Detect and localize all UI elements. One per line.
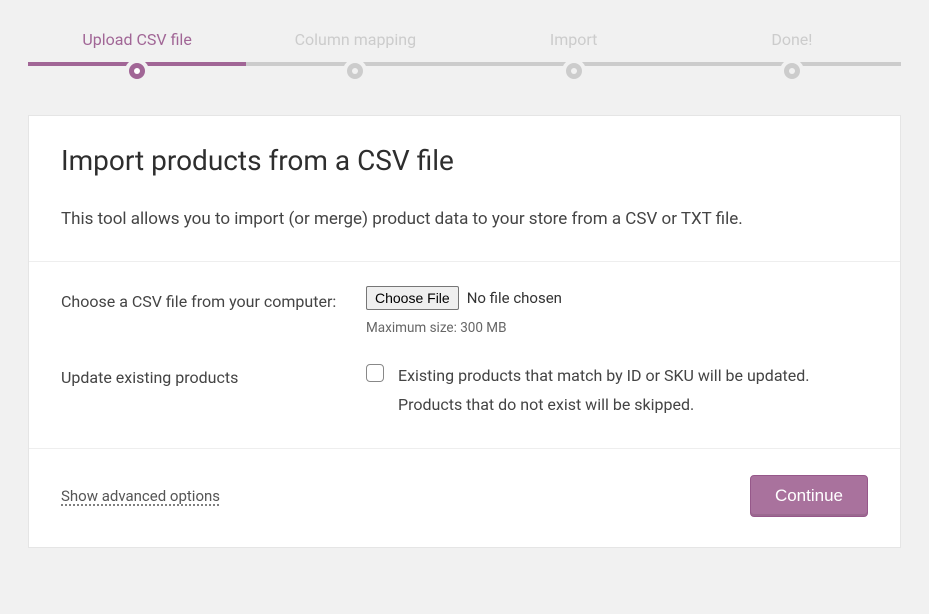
file-status: No file chosen xyxy=(467,289,562,307)
choose-file-button[interactable]: Choose File xyxy=(366,286,459,310)
step-column-mapping: Column mapping xyxy=(246,30,464,87)
import-wizard: Upload CSV file Column mapping Import Do… xyxy=(0,0,929,548)
step-label: Done! xyxy=(683,30,901,49)
step-done: Done! xyxy=(683,30,901,87)
card-header: Import products from a CSV file This too… xyxy=(29,116,900,262)
file-field-label: Choose a CSV file from your computer: xyxy=(61,286,366,315)
step-dot-icon xyxy=(780,59,804,83)
step-label: Import xyxy=(465,30,683,49)
step-dot-icon xyxy=(125,59,149,83)
update-existing-checkbox[interactable] xyxy=(366,364,384,382)
step-dot-icon xyxy=(343,59,367,83)
card-footer: Show advanced options Continue xyxy=(29,449,900,547)
file-size-hint: Maximum size: 300 MB xyxy=(366,320,868,336)
page-description: This tool allows you to import (or merge… xyxy=(61,209,868,229)
file-row: Choose a CSV file from your computer: Ch… xyxy=(61,286,868,336)
show-advanced-options-link[interactable]: Show advanced options xyxy=(61,487,220,505)
update-row: Update existing products Existing produc… xyxy=(61,362,868,420)
step-dot-icon xyxy=(562,59,586,83)
update-existing-description: Existing products that match by ID or SK… xyxy=(398,362,868,420)
card-body: Choose a CSV file from your computer: Ch… xyxy=(29,262,900,449)
step-label: Column mapping xyxy=(246,30,464,49)
continue-button[interactable]: Continue xyxy=(750,475,868,517)
file-field-control: Choose File No file chosen Maximum size:… xyxy=(366,286,868,336)
import-card: Import products from a CSV file This too… xyxy=(28,115,901,548)
step-upload[interactable]: Upload CSV file xyxy=(28,30,246,87)
update-field-label: Update existing products xyxy=(61,362,366,391)
step-import: Import xyxy=(465,30,683,87)
stepper: Upload CSV file Column mapping Import Do… xyxy=(28,0,901,87)
update-field-control: Existing products that match by ID or SK… xyxy=(366,362,868,420)
page-title: Import products from a CSV file xyxy=(61,144,868,177)
step-label: Upload CSV file xyxy=(28,30,246,49)
